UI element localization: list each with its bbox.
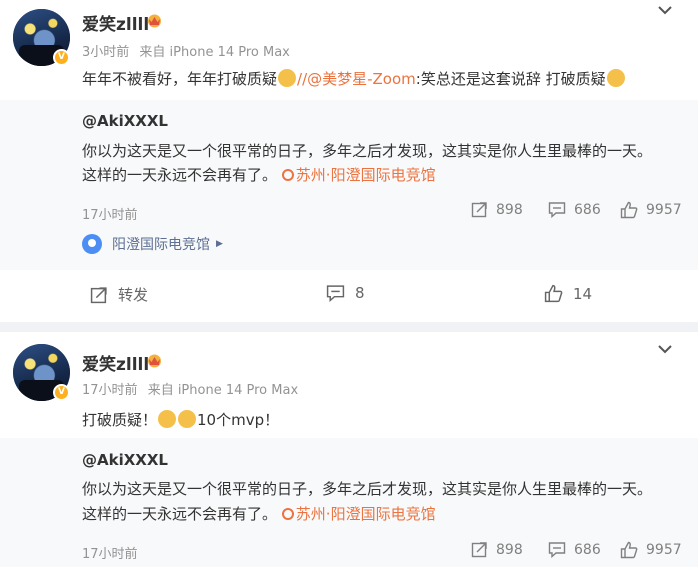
repost-text-line: 这样的一天永远不会再有了。 苏州·阳澄国际电竞馆 xyxy=(82,164,436,185)
post-time[interactable]: 3小时前 xyxy=(82,45,129,60)
v-verified-icon: V xyxy=(53,384,70,401)
comment-count[interactable]: 686 xyxy=(548,201,601,218)
repost-time[interactable]: 17小时前 xyxy=(82,204,138,223)
repost-count[interactable]: 898 xyxy=(471,541,523,558)
crown-icon xyxy=(148,14,161,28)
thumbs-up-icon xyxy=(544,284,563,303)
like-count-value: 9957 xyxy=(646,202,682,218)
post-text-suffix: :笑总还是这套说辞 打破质疑 xyxy=(415,70,606,88)
comment-count[interactable]: 686 xyxy=(548,541,601,558)
smile-emoji-icon xyxy=(606,69,625,87)
repost-location: 苏州·阳澄国际电竞馆 xyxy=(295,505,436,523)
like-count-value: 9957 xyxy=(646,542,682,558)
comment-button[interactable]: 8 xyxy=(326,284,365,302)
place-name: 阳澄国际电竞馆 xyxy=(112,237,210,253)
comment-icon xyxy=(548,542,566,558)
weibo-post: V 爱笑zllll 17小时前 来自 iPhone 14 Pro Max 打破质… xyxy=(0,332,698,567)
comment-icon xyxy=(548,202,566,218)
comment-count-value: 686 xyxy=(574,201,601,218)
repost-text-line: 你以为这天是又一个很平常的日子，多年之后才发现，这其实是你人生里最棒的一天。 xyxy=(82,142,653,160)
crown-icon xyxy=(148,354,161,368)
repost-icon xyxy=(90,286,107,303)
comment-count-value: 686 xyxy=(574,541,601,558)
location-pin-icon xyxy=(82,234,102,254)
post-source: 来自 iPhone 14 Pro Max xyxy=(147,383,299,398)
post-source: 来自 iPhone 14 Pro Max xyxy=(139,45,290,60)
username[interactable]: 爱笑zllll xyxy=(82,350,149,375)
repost-text-tail: 这样的一天永远不会再有了。 xyxy=(82,505,278,523)
like-button-count: 14 xyxy=(573,284,593,303)
repost-icon xyxy=(471,542,487,558)
thumbs-up-icon xyxy=(620,201,638,219)
username[interactable]: 爱笑zllll xyxy=(82,10,149,35)
repost-text-tail: 这样的一天永远不会再有了。 xyxy=(82,166,278,184)
repost-text-line: 你以为这天是又一个很平常的日子，多年之后才发现，这其实是你人生里最棒的一天。 xyxy=(82,480,653,498)
location-pin-icon xyxy=(281,169,294,181)
reposted-card[interactable]: @AkiXXXL 你以为这天是又一个很平常的日子，多年之后才发现，这其实是你人生… xyxy=(0,438,698,567)
place-tag[interactable]: 阳澄国际电竞馆 ▶ xyxy=(82,234,223,254)
repost-button[interactable]: 转发 xyxy=(90,284,148,305)
dog-emoji-icon xyxy=(278,69,297,87)
caret-right-icon: ▶ xyxy=(216,239,223,249)
post-divider xyxy=(0,322,698,332)
crying-emoji-icon xyxy=(158,410,177,428)
post-meta: 17小时前 来自 iPhone 14 Pro Max xyxy=(82,379,304,398)
like-count[interactable]: 9957 xyxy=(620,201,682,219)
location-pin-icon xyxy=(281,508,294,520)
repost-count-value: 898 xyxy=(496,201,523,218)
repost-author[interactable]: @AkiXXXL xyxy=(82,451,168,469)
repost-text-line: 这样的一天永远不会再有了。 苏州·阳澄国际电竞馆 xyxy=(82,503,436,524)
thumbs-up-icon xyxy=(620,541,638,559)
like-count[interactable]: 9957 xyxy=(620,541,682,559)
post-time[interactable]: 17小时前 xyxy=(82,383,138,398)
post-text: 年年不被看好，年年打破质疑 //@美梦星-Zoom:笑总还是这套说辞 打破质疑 xyxy=(82,68,626,89)
crying-emoji-icon xyxy=(178,410,197,428)
repost-time[interactable]: 17小时前 xyxy=(82,543,138,562)
repost-count[interactable]: 898 xyxy=(471,201,523,218)
repost-author[interactable]: @AkiXXXL xyxy=(82,112,168,130)
repost-location-link[interactable]: 苏州·阳澄国际电竞馆 xyxy=(281,505,436,523)
mention-link[interactable]: //@美梦星-Zoom xyxy=(297,70,416,88)
post-meta: 3小时前 来自 iPhone 14 Pro Max xyxy=(82,41,296,60)
chevron-down-icon[interactable] xyxy=(657,344,673,354)
comment-button-count: 8 xyxy=(355,284,365,302)
repost-location-link[interactable]: 苏州·阳澄国际电竞馆 xyxy=(281,166,436,184)
post-text-prefix: 打破质疑！ xyxy=(82,411,158,429)
comment-icon xyxy=(326,285,345,302)
repost-location: 苏州·阳澄国际电竞馆 xyxy=(295,166,436,184)
post-text-suffix: 10个mvp！ xyxy=(197,411,280,429)
like-button[interactable]: 14 xyxy=(544,284,592,303)
repost-button-label: 转发 xyxy=(118,286,149,304)
chevron-down-icon[interactable] xyxy=(657,5,673,15)
weibo-post: V 爱笑zllll 3小时前 来自 iPhone 14 Pro Max 年年不被… xyxy=(0,0,698,322)
repost-icon xyxy=(471,202,487,218)
reposted-card[interactable]: @AkiXXXL 你以为这天是又一个很平常的日子，多年之后才发现，这其实是你人生… xyxy=(0,100,698,270)
repost-count-value: 898 xyxy=(496,541,523,558)
post-text-prefix: 年年不被看好，年年打破质疑 xyxy=(82,70,278,88)
post-text: 打破质疑！ 10个mvp！ xyxy=(82,409,279,430)
v-verified-icon: V xyxy=(53,49,70,66)
